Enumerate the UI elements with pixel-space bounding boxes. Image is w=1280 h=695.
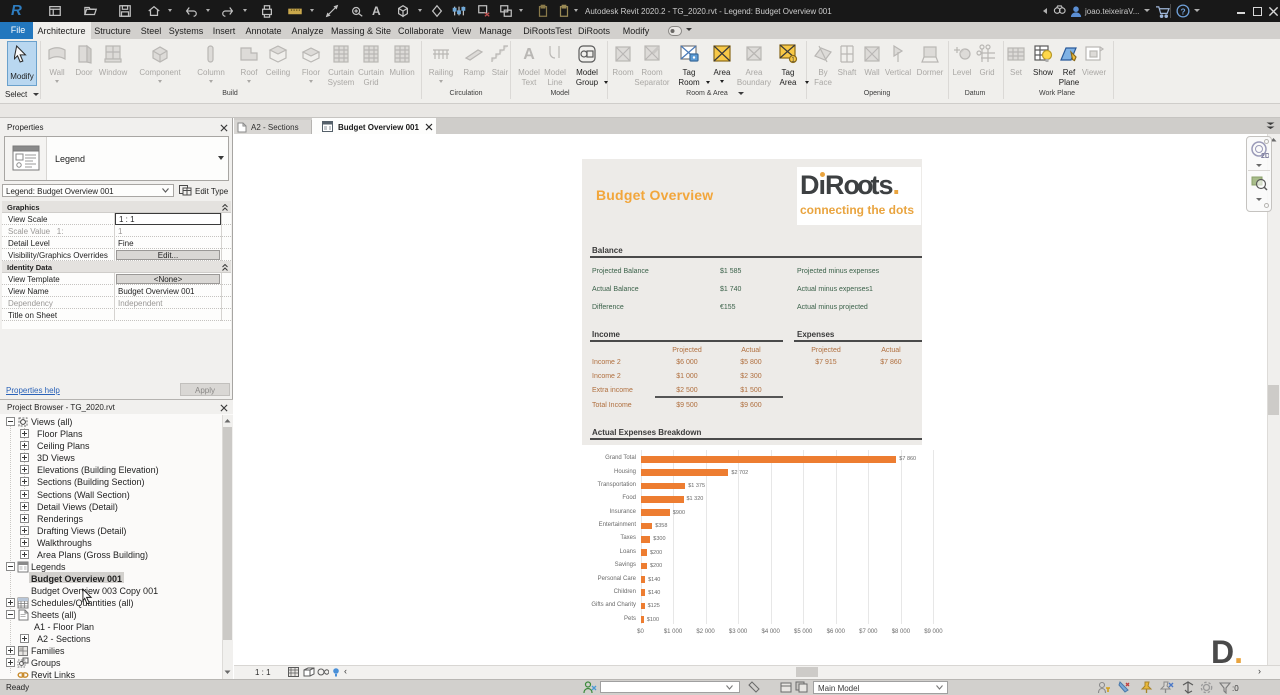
svg-text:2D: 2D: [1261, 153, 1269, 160]
svg-text:A: A: [523, 46, 535, 63]
svg-text:?: ?: [1180, 6, 1185, 16]
